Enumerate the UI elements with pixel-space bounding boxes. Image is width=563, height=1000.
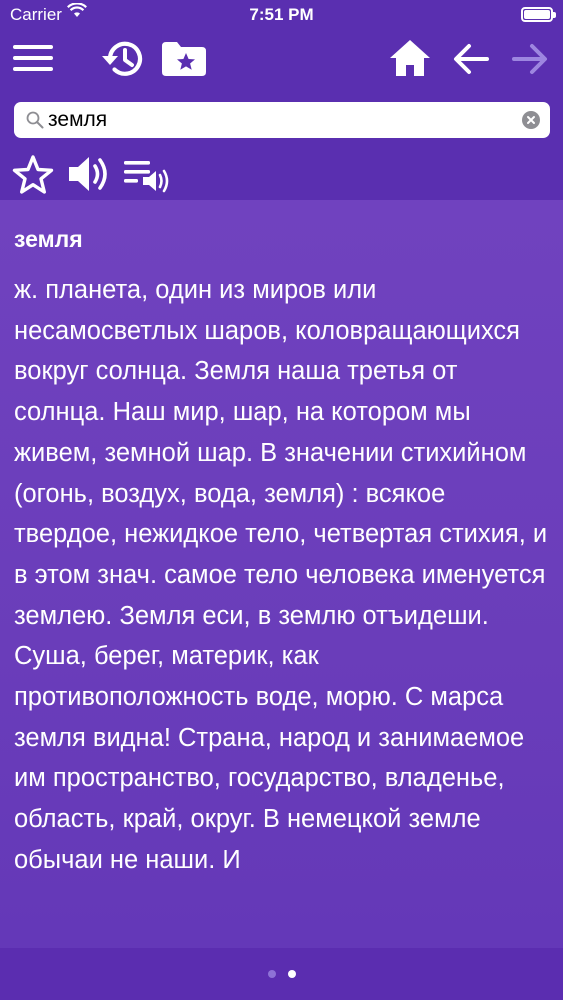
playlist-audio-icon[interactable] (124, 159, 172, 198)
back-arrow-icon[interactable] (453, 43, 489, 80)
search-bar[interactable] (14, 102, 550, 138)
forward-arrow-icon[interactable] (512, 43, 548, 80)
page-dot-1[interactable] (268, 970, 276, 978)
history-icon[interactable] (100, 38, 146, 85)
definition-text: ж. планета, один из миров или несамосвет… (14, 276, 548, 874)
clear-search-icon[interactable] (522, 111, 540, 129)
speaker-icon[interactable] (67, 155, 111, 198)
page-dot-2[interactable] (288, 970, 296, 978)
headword: земля (14, 226, 83, 252)
home-icon[interactable] (389, 39, 431, 82)
header (0, 30, 563, 200)
bookmarks-folder-icon[interactable] (162, 42, 206, 81)
star-icon[interactable] (12, 154, 54, 199)
battery-icon (521, 7, 556, 22)
search-icon (26, 111, 44, 134)
clock: 7:51 PM (249, 5, 314, 24)
status-bar: Carrier 7:51 PM (0, 0, 563, 30)
page-indicator[interactable] (0, 948, 563, 1000)
search-input[interactable] (48, 106, 518, 134)
menu-icon[interactable] (13, 43, 53, 78)
entry-panel[interactable]: земля ж. планета, один из миров или неса… (0, 200, 563, 948)
